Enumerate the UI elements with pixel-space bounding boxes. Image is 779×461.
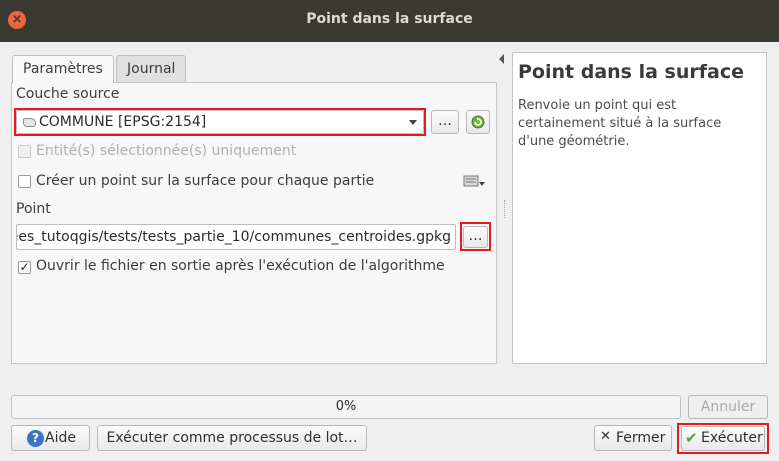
window-title: Point dans la surface bbox=[306, 11, 473, 27]
progress-text: 0% bbox=[335, 399, 357, 414]
tab-journal[interactable]: Journal bbox=[116, 55, 187, 82]
tab-parametres[interactable]: Paramètres bbox=[12, 55, 114, 83]
output-point-label: Point bbox=[16, 201, 51, 217]
collapse-arrow-icon[interactable] bbox=[499, 54, 504, 64]
iterate-icon bbox=[471, 115, 485, 129]
selected-only-checkbox[interactable] bbox=[18, 145, 31, 158]
close-button[interactable]: ✕ Fermer bbox=[594, 425, 672, 451]
splitter-handle[interactable] bbox=[504, 200, 506, 218]
data-defined-override-icon[interactable] bbox=[462, 172, 486, 190]
title-bar: × Point dans la surface bbox=[0, 0, 779, 42]
help-text: Renvoie un point qui est certainement si… bbox=[518, 98, 722, 149]
batch-process-button[interactable]: Exécuter comme processus de lot… bbox=[97, 425, 367, 451]
help-icon: ? bbox=[27, 430, 44, 447]
help-button-label: Aide bbox=[45, 430, 76, 446]
per-part-label: Créer un point sur la surface pour chaqu… bbox=[36, 173, 375, 189]
source-layer-label: Couche source bbox=[16, 86, 120, 102]
output-file-input[interactable]: ees_tutoqgis/tests/tests_partie_10/commu… bbox=[16, 224, 456, 250]
close-button-label: Fermer bbox=[616, 430, 666, 446]
help-button[interactable]: ? Aide bbox=[11, 425, 90, 451]
selected-only-label: Entité(s) sélectionnée(s) uniquement bbox=[36, 143, 297, 159]
highlight-run-button bbox=[677, 423, 769, 454]
open-output-label: Ouvrir le fichier en sortie après l'exéc… bbox=[36, 258, 445, 274]
source-browse-button[interactable]: … bbox=[431, 110, 459, 134]
cancel-button[interactable]: Annuler bbox=[688, 395, 768, 419]
help-panel: Point dans la surface Renvoie un point q… bbox=[512, 52, 767, 364]
per-part-checkbox[interactable] bbox=[18, 175, 31, 188]
close-icon: ✕ bbox=[600, 429, 611, 444]
help-title: Point dans la surface bbox=[518, 61, 744, 83]
progress-bar: 0% bbox=[11, 395, 681, 419]
open-output-checkbox[interactable]: ✓ bbox=[18, 261, 31, 274]
highlight-output-browse bbox=[460, 222, 491, 251]
highlight-source-layer bbox=[14, 108, 426, 136]
output-file-value: ees_tutoqgis/tests/tests_partie_10/commu… bbox=[16, 229, 451, 245]
iterate-button[interactable] bbox=[466, 110, 490, 134]
